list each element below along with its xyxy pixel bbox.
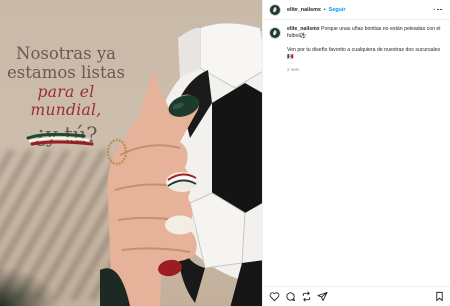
comment-icon[interactable] [285,291,296,302]
separator-dot: • [323,6,326,13]
repost-icon[interactable] [301,291,312,302]
more-icon[interactable] [432,7,444,13]
bookmark-icon[interactable] [434,291,445,302]
post-timestamp[interactable]: 2 sem [287,66,445,73]
caption-paragraph-1: elite_nailsmx Porque unas uñas bonitas n… [287,26,445,40]
avatar[interactable] [269,3,281,16]
flag-swoosh-graphic [26,132,94,146]
follow-button[interactable]: Seguir [329,7,346,13]
post-details-panel: elite_nailsmx • Seguir elite_nailsmx Por… [262,0,450,306]
header-username[interactable]: elite_nailsmx [287,7,321,13]
heart-icon[interactable] [269,291,280,302]
post-image: Nosotras ya estamos listas para el mundi… [0,0,262,306]
action-bar [263,286,450,306]
instagram-post: Nosotras ya estamos listas para el mundi… [0,0,450,306]
post-header: elite_nailsmx • Seguir [263,0,450,20]
headline-line-1: Nosotras ya [16,44,116,63]
caption-username[interactable]: elite_nailsmx [287,26,320,32]
share-icon[interactable] [317,291,328,302]
caption-body: elite_nailsmx Porque unas uñas bonitas n… [287,26,445,73]
headline-line-3: para el mundial, [30,83,102,119]
headline-line-2: estamos listas [7,63,125,82]
brand-logo-icon [273,6,277,12]
jersey-corner [0,266,60,306]
caption: elite_nailsmx Porque unas uñas bonitas n… [269,26,445,73]
caption-avatar[interactable] [269,27,281,39]
caption-paragraph-2: Ven por tu diseño favorito a cualquiera … [287,47,441,60]
brand-logo-icon [273,29,277,36]
